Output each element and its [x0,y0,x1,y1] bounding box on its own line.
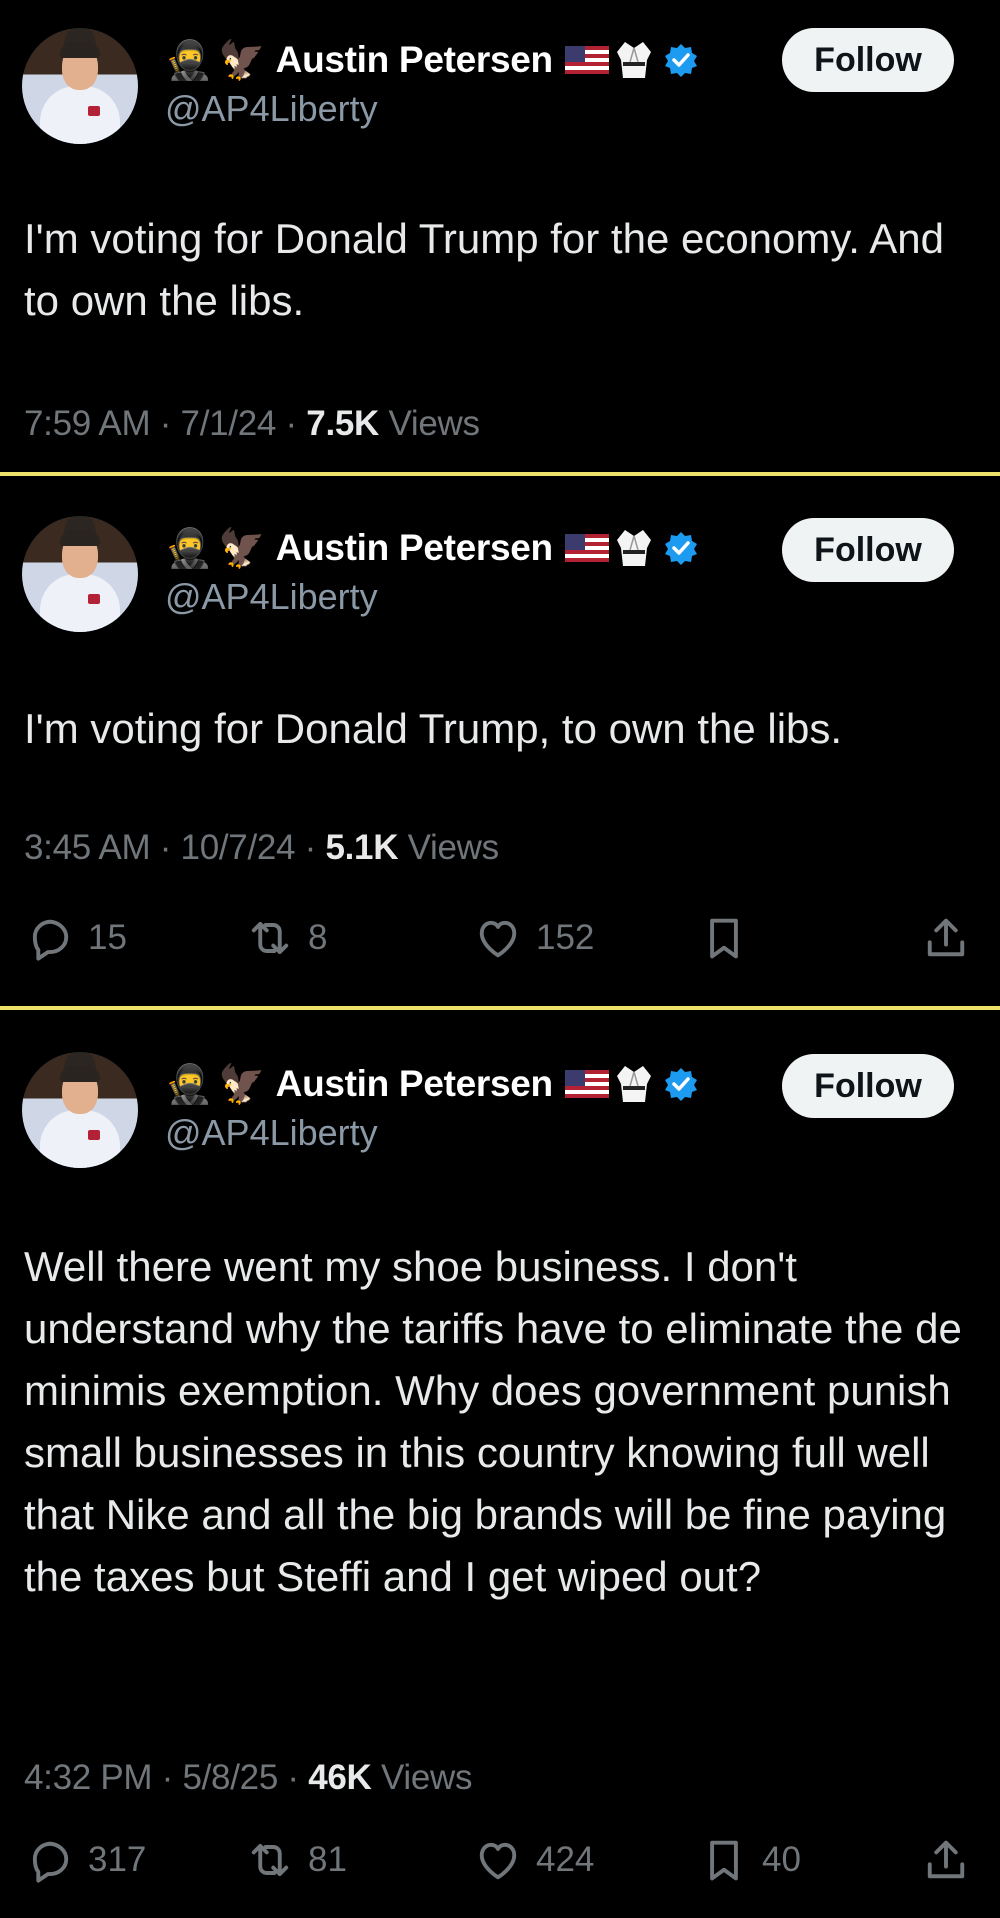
share-icon [927,1840,965,1879]
us-flag-emoji [564,46,609,74]
tweet-meta: 7:59 AM · 7/1/24 · 7.5K Views [24,404,480,443]
avatar[interactable] [22,1052,138,1168]
us-flag-emoji [564,1070,609,1098]
tweet-2: 🥷 🦅 Austin Petersen @AP4Liberty Follow I… [0,476,1000,1006]
like-button[interactable]: 424 [472,1834,594,1886]
repost-button[interactable]: 81 [244,1834,347,1886]
tweet-3: 🥷 🦅 Austin Petersen @AP4Liberty Follow W… [0,1010,1000,1918]
tweet-time[interactable]: 3:45 AM [24,828,151,867]
like-count: 152 [536,918,595,957]
like-icon [479,1842,517,1880]
views-count: 5.1K [325,828,399,867]
bookmark-count: 40 [762,1840,801,1879]
action-bar: 317 81 424 40 [0,1834,1000,1894]
avatar[interactable] [22,28,138,144]
views-label: Views [388,404,480,443]
follow-button[interactable]: Follow [782,1054,954,1118]
views-count: 46K [308,1758,372,1797]
author-name-row: 🥷 🦅 Austin Petersen [165,522,699,574]
author-handle[interactable]: @AP4Liberty [165,88,378,130]
us-flag-emoji [564,534,609,562]
martial-arts-uniform-emoji [616,530,651,566]
ninja-emoji: 🥷 [165,38,213,82]
views-count: 7.5K [306,404,380,443]
tweet-text: I'm voting for Donald Trump, to own the … [24,705,843,752]
author-name[interactable]: Austin Petersen [276,1063,554,1105]
bookmark-button[interactable] [698,912,762,964]
tweet-1: 🥷 🦅 Austin Petersen @AP4Liberty Follow I… [0,0,1000,472]
tweet-time[interactable]: 4:32 PM [24,1758,153,1797]
bookmark-icon [710,918,738,959]
tweet-date[interactable]: 5/8/25 [182,1758,278,1797]
repost-button[interactable]: 8 [244,912,327,964]
tweet-time[interactable]: 7:59 AM [24,404,151,443]
eagle-emoji: 🦅 [218,1062,266,1106]
eagle-emoji: 🦅 [218,38,266,82]
reply-button[interactable]: 317 [24,1834,146,1886]
tweet-date[interactable]: 10/7/24 [181,828,296,867]
verified-badge-icon [664,44,697,77]
bookmark-icon [710,1840,738,1881]
tweet-text: I'm voting for Donald Trump for the econ… [24,215,945,324]
share-button[interactable] [920,1834,972,1886]
verified-badge-icon [664,532,697,565]
tweet-meta: 4:32 PM · 5/8/25 · 46K Views [24,1758,473,1797]
reply-icon [32,919,69,961]
martial-arts-uniform-emoji [616,42,651,78]
tweet-meta: 3:45 AM · 10/7/24 · 5.1K Views [24,828,500,867]
views-label: Views [407,828,500,867]
repost-count: 81 [308,1840,347,1879]
author-handle[interactable]: @AP4Liberty [165,576,378,618]
like-button[interactable]: 152 [472,912,594,964]
follow-button[interactable]: Follow [782,518,954,582]
reply-button[interactable]: 15 [24,912,127,964]
ninja-emoji: 🥷 [165,1062,213,1106]
author-name[interactable]: Austin Petersen [276,39,554,81]
tweet-date[interactable]: 7/1/24 [181,404,277,443]
verified-badge-icon [664,1068,697,1101]
eagle-emoji: 🦅 [218,526,266,570]
reply-count: 317 [88,1840,147,1879]
author-name-row: 🥷 🦅 Austin Petersen [165,1058,699,1110]
share-icon [927,918,965,957]
author-name-row: 🥷 🦅 Austin Petersen [165,34,699,86]
views-label: Views [380,1758,473,1797]
tweet-text: Well there went my shoe business. I don'… [24,1243,962,1600]
repost-icon [251,921,289,955]
share-button[interactable] [920,912,972,964]
martial-arts-uniform-emoji [616,1066,651,1102]
bookmark-button[interactable]: 40 [698,1834,801,1886]
repost-count: 8 [308,918,328,957]
reply-count: 15 [88,918,127,957]
reply-icon [32,1841,69,1883]
like-icon [479,920,517,958]
author-name[interactable]: Austin Petersen [276,527,554,569]
like-count: 424 [536,1840,595,1879]
avatar[interactable] [22,516,138,632]
repost-icon [251,1843,289,1877]
follow-button[interactable]: Follow [782,28,954,92]
ninja-emoji: 🥷 [165,526,213,570]
action-bar: 15 8 152 [0,912,1000,972]
author-handle[interactable]: @AP4Liberty [165,1112,378,1154]
